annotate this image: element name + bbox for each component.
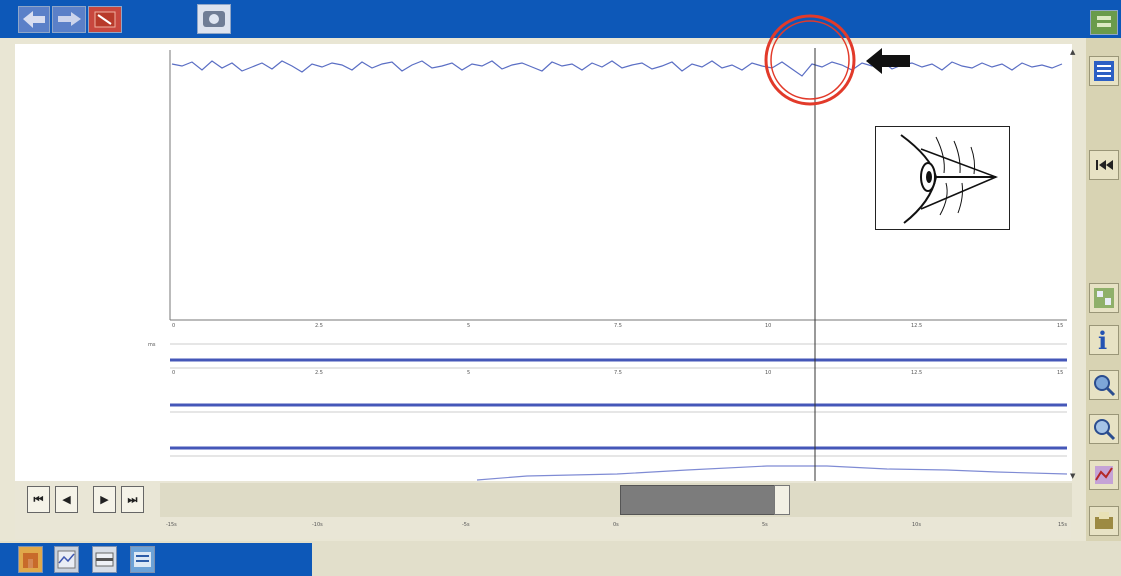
scroll-up-arrow-icon[interactable]: ▲ bbox=[1070, 48, 1080, 58]
timeline-tick-6: 15s bbox=[1058, 522, 1067, 528]
zoom-in-icon bbox=[1094, 375, 1116, 397]
oscilloscope-icon bbox=[203, 11, 225, 27]
timeline-scroll-handle[interactable] bbox=[774, 485, 790, 515]
lower-tick-1: 2.5 bbox=[315, 370, 323, 376]
menu-toggle-icon bbox=[1097, 16, 1111, 27]
tools-icon bbox=[94, 11, 116, 28]
timeline-scroll-thumb[interactable] bbox=[620, 485, 775, 515]
last-frame-button[interactable]: ⏭ bbox=[121, 486, 144, 513]
lower-tick-5: 12.5 bbox=[911, 370, 923, 376]
oscilloscope-button[interactable] bbox=[197, 4, 231, 34]
signal-trace-main bbox=[171, 60, 1063, 77]
main-tick-3: 7.5 bbox=[614, 323, 622, 329]
timeline-scrollbar[interactable] bbox=[160, 483, 1072, 517]
first-frame-button[interactable]: ⏮ bbox=[27, 486, 50, 513]
rewind-to-start-icon bbox=[1096, 160, 1113, 170]
chart-settings-button[interactable] bbox=[1089, 283, 1119, 313]
main-tick-4: 10 bbox=[765, 323, 772, 329]
list-button[interactable] bbox=[1089, 56, 1119, 86]
previous-frame-button[interactable]: ◀ bbox=[55, 486, 78, 513]
timeline-tick-0: -15s bbox=[166, 522, 177, 528]
next-frame-button[interactable]: ▶ bbox=[93, 486, 116, 513]
timeline-tick-4: 5s bbox=[762, 522, 768, 528]
data-list-button[interactable] bbox=[130, 546, 155, 573]
timeline-tick-5: 10s bbox=[912, 522, 921, 528]
main-tick-5: 12.5 bbox=[911, 323, 923, 329]
bottom-toolbar-tabs bbox=[0, 543, 312, 576]
zoom-out-icon bbox=[1094, 419, 1116, 441]
timeline-tick-2: -5s bbox=[462, 522, 470, 528]
graph-select-button[interactable] bbox=[1089, 460, 1119, 490]
unit-label: ms bbox=[148, 342, 156, 348]
lower-tick-2: 5 bbox=[467, 370, 471, 376]
graph-view-icon bbox=[57, 550, 76, 569]
help-icon: i bbox=[1098, 327, 1107, 353]
forward-arrow-icon bbox=[58, 12, 81, 26]
graph-area: 0 2.5 5 7.5 10 12.5 15 0 2.5 5 7.5 10 12… bbox=[167, 44, 1072, 481]
graph-view-button[interactable] bbox=[54, 546, 79, 573]
help-button[interactable]: i bbox=[1089, 325, 1119, 355]
home-icon bbox=[23, 553, 38, 568]
scroll-down-arrow-icon[interactable]: ▼ bbox=[1070, 472, 1080, 482]
signal-list-panel bbox=[15, 44, 167, 481]
graph-select-icon bbox=[1095, 466, 1113, 484]
lower-tick-4: 10 bbox=[765, 370, 772, 376]
back-button[interactable] bbox=[18, 6, 50, 33]
signal-trace-lower bbox=[476, 465, 1068, 481]
data-list-icon bbox=[134, 552, 151, 567]
eye-illustration bbox=[875, 126, 1010, 230]
eye-icon bbox=[900, 134, 999, 224]
svg-text:i: i bbox=[1098, 327, 1107, 353]
list-icon bbox=[1094, 61, 1114, 81]
timeline-tick-1: -10s bbox=[312, 522, 323, 528]
forward-button[interactable] bbox=[52, 6, 86, 33]
zoom-in-button[interactable] bbox=[1089, 370, 1119, 400]
menu-toggle-button[interactable] bbox=[1090, 10, 1118, 35]
chart-settings-icon bbox=[1094, 288, 1114, 308]
lower-tick-6: 15 bbox=[1057, 370, 1064, 376]
back-arrow-icon bbox=[23, 11, 45, 28]
main-tick-2: 5 bbox=[467, 323, 471, 329]
main-tick-1: 2.5 bbox=[315, 323, 323, 329]
pointer-arrow-icon bbox=[866, 48, 910, 74]
single-graph-button[interactable] bbox=[92, 546, 117, 573]
print-icon bbox=[1095, 512, 1113, 529]
home-button[interactable] bbox=[18, 546, 43, 573]
tools-button[interactable] bbox=[88, 6, 122, 33]
main-tick-6: 15 bbox=[1057, 323, 1064, 329]
rewind-to-start-button[interactable] bbox=[1089, 150, 1119, 180]
main-tick-0: 0 bbox=[172, 323, 176, 329]
single-graph-icon bbox=[95, 552, 114, 567]
lower-tick-0: 0 bbox=[172, 370, 176, 376]
graph-canvas bbox=[169, 48, 1068, 481]
highlight-circle bbox=[764, 14, 856, 106]
lower-tick-3: 7.5 bbox=[614, 370, 622, 376]
timeline-tick-3: 0s bbox=[613, 522, 619, 528]
print-button[interactable] bbox=[1089, 506, 1119, 536]
top-toolbar bbox=[0, 0, 1121, 38]
zoom-out-button[interactable] bbox=[1089, 414, 1119, 444]
